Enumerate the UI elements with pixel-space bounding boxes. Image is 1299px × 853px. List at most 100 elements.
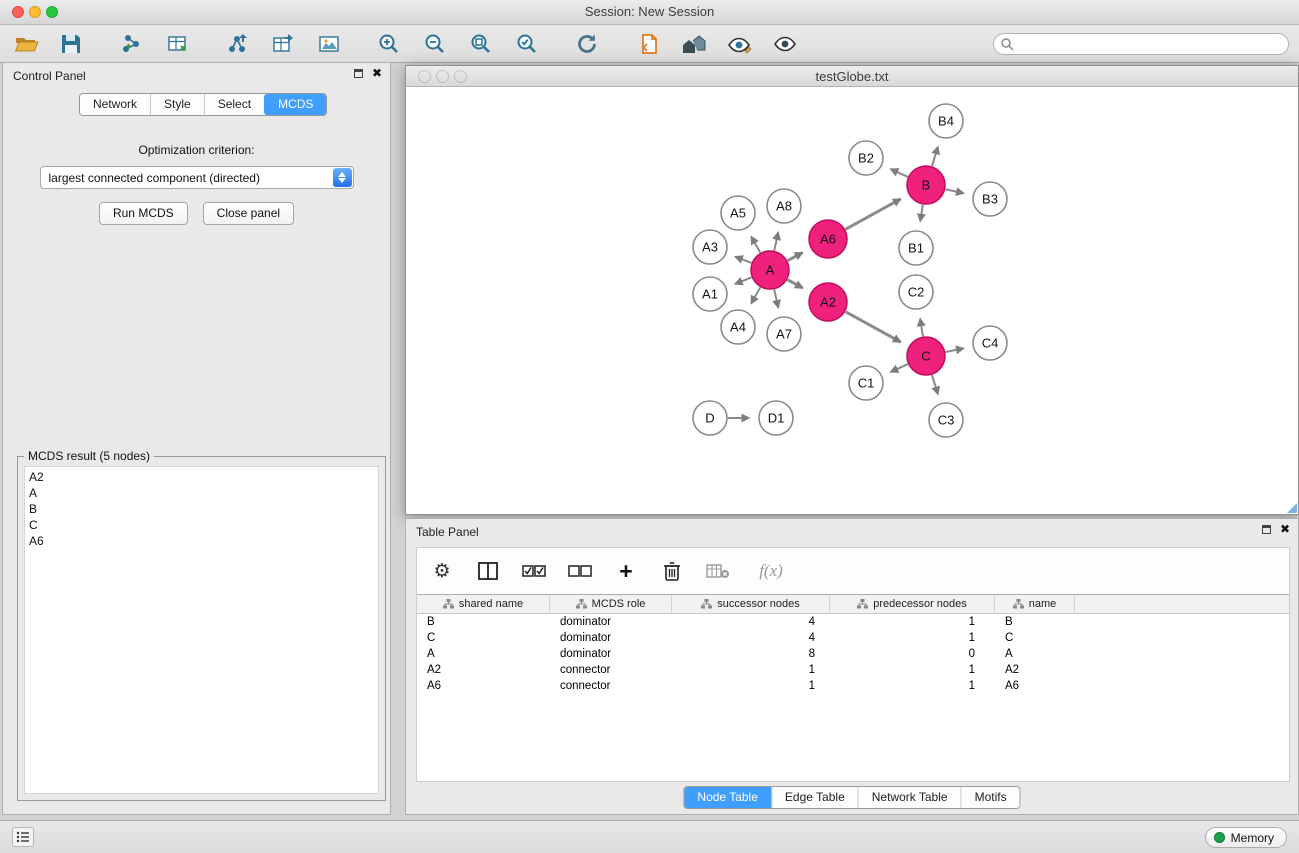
export-network-button[interactable] [220, 28, 254, 60]
graphics-details-button[interactable] [722, 28, 756, 60]
cell-shared-name[interactable]: C [417, 630, 550, 646]
node-B[interactable]: B [907, 166, 945, 204]
resize-grip[interactable] [1287, 503, 1297, 513]
cell-predecessors[interactable]: 1 [830, 630, 995, 646]
node-A4[interactable]: A4 [721, 310, 755, 344]
cell-mcds-role[interactable]: dominator [550, 630, 672, 646]
cell-successors[interactable]: 4 [672, 614, 830, 630]
node-B1[interactable]: B1 [899, 231, 933, 265]
apply-layout-button[interactable] [570, 28, 604, 60]
column-header-shared-name[interactable]: shared name [417, 595, 550, 613]
cell-predecessors[interactable]: 1 [830, 678, 995, 694]
show-hide-panels-button[interactable] [768, 28, 802, 60]
node-C4[interactable]: C4 [973, 326, 1007, 360]
edge-B-B1[interactable] [920, 205, 923, 222]
cell-mcds-role[interactable]: dominator [550, 614, 672, 630]
column-header-name[interactable]: name [995, 595, 1075, 613]
node-A2[interactable]: A2 [809, 283, 847, 321]
cell-successors[interactable]: 1 [672, 678, 830, 694]
edge-A-A3[interactable] [735, 257, 751, 263]
node-A7[interactable]: A7 [767, 317, 801, 351]
import-table-button[interactable] [160, 28, 194, 60]
edge-A2-C[interactable] [846, 312, 901, 342]
cell-predecessors[interactable]: 1 [830, 662, 995, 678]
result-item[interactable]: C [29, 517, 374, 533]
show-columns-button[interactable] [475, 558, 501, 584]
close-panel-icon[interactable]: ✖ [372, 68, 382, 78]
cell-shared-name[interactable]: A [417, 646, 550, 662]
snapshot-button[interactable] [632, 28, 666, 60]
cell-successors[interactable]: 1 [672, 662, 830, 678]
edge-B-B4[interactable] [932, 147, 938, 166]
node-B2[interactable]: B2 [849, 141, 883, 175]
tab-style[interactable]: Style [150, 94, 204, 115]
zoom-in-button[interactable] [372, 28, 406, 60]
cell-name[interactable]: B [995, 614, 1075, 630]
cell-shared-name[interactable]: B [417, 614, 550, 630]
edge-A-A6[interactable] [788, 253, 803, 261]
home-button[interactable] [676, 28, 710, 60]
cell-mcds-role[interactable]: connector [550, 662, 672, 678]
node-A[interactable]: A [751, 251, 789, 289]
node-C3[interactable]: C3 [929, 403, 963, 437]
edge-B-B3[interactable] [946, 189, 964, 193]
node-C2[interactable]: C2 [899, 275, 933, 309]
table-row[interactable]: A2 connector 1 1 A2 [417, 662, 1289, 678]
edge-B-B2[interactable] [891, 169, 908, 177]
cell-shared-name[interactable]: A6 [417, 678, 550, 694]
save-session-button[interactable] [54, 28, 88, 60]
cell-successors[interactable]: 8 [672, 646, 830, 662]
node-A8[interactable]: A8 [767, 189, 801, 223]
cell-name[interactable]: A [995, 646, 1075, 662]
edge-C-C2[interactable] [920, 319, 923, 337]
run-mcds-button[interactable]: Run MCDS [99, 202, 188, 225]
edge-A-A2[interactable] [788, 280, 803, 288]
cell-shared-name[interactable]: A2 [417, 662, 550, 678]
column-header-mcds-role[interactable]: MCDS role [550, 595, 672, 613]
table-row[interactable]: A dominator 8 0 A [417, 646, 1289, 662]
float-table-panel-icon[interactable] [1262, 525, 1271, 534]
node-C[interactable]: C [907, 337, 945, 375]
export-table-button[interactable] [266, 28, 300, 60]
edge-A-A1[interactable] [735, 277, 751, 284]
task-history-button[interactable] [12, 827, 34, 847]
float-panel-icon[interactable] [354, 69, 363, 78]
tab-network-table[interactable]: Network Table [858, 787, 961, 808]
result-item[interactable]: A [29, 485, 374, 501]
table-row[interactable]: B dominator 4 1 B [417, 614, 1289, 630]
memory-button[interactable]: Memory [1205, 827, 1287, 848]
edge-A-A8[interactable] [774, 232, 778, 250]
edge-C-C4[interactable] [946, 348, 964, 352]
select-all-button[interactable] [521, 558, 547, 584]
tab-node-table[interactable]: Node Table [684, 787, 771, 808]
cell-name[interactable]: C [995, 630, 1075, 646]
result-item[interactable]: B [29, 501, 374, 517]
deselect-all-button[interactable] [567, 558, 593, 584]
network-canvas-svg[interactable]: B4B2BB3A5A8A6B1A3AC2A1A2A4A7C4CC1C3DD1 [406, 87, 1298, 514]
function-builder-button[interactable]: f(x) [751, 558, 791, 584]
table-settings-button[interactable]: ⚙ [429, 558, 455, 584]
column-header-predecessor-nodes[interactable]: predecessor nodes [830, 595, 995, 613]
zoom-fit-button[interactable] [464, 28, 498, 60]
cell-mcds-role[interactable]: dominator [550, 646, 672, 662]
edge-A-A5[interactable] [751, 237, 760, 253]
cell-name[interactable]: A6 [995, 678, 1075, 694]
cell-predecessors[interactable]: 1 [830, 614, 995, 630]
node-C1[interactable]: C1 [849, 366, 883, 400]
node-A3[interactable]: A3 [693, 230, 727, 264]
edge-C-C1[interactable] [891, 364, 908, 372]
delete-columns-button[interactable] [659, 558, 685, 584]
network-window-titlebar[interactable]: testGlobe.txt [406, 66, 1298, 87]
column-header-successor-nodes[interactable]: successor nodes [672, 595, 830, 613]
tab-select[interactable]: Select [204, 94, 264, 115]
zoom-selected-button[interactable] [510, 28, 544, 60]
create-column-button[interactable]: + [613, 558, 639, 584]
open-file-button[interactable] [10, 28, 44, 60]
zoom-out-button[interactable] [418, 28, 452, 60]
table-row[interactable]: A6 connector 1 1 A6 [417, 678, 1289, 694]
node-B3[interactable]: B3 [973, 182, 1007, 216]
result-item[interactable]: A2 [29, 469, 374, 485]
search-input[interactable] [993, 33, 1289, 55]
tab-motifs[interactable]: Motifs [961, 787, 1020, 808]
node-A1[interactable]: A1 [693, 277, 727, 311]
